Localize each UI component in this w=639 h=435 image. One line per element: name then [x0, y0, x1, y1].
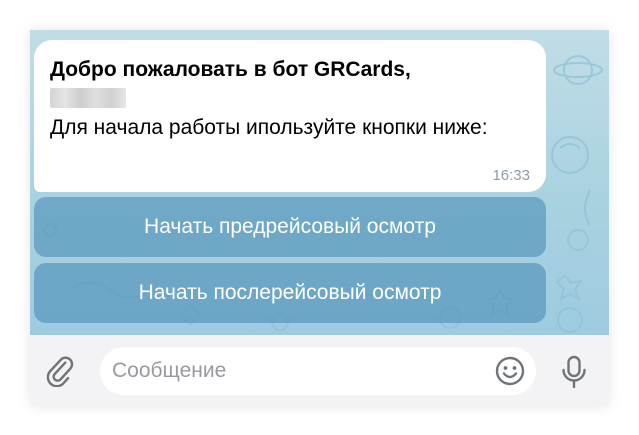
message-composer	[30, 335, 609, 406]
message-bubble: Добро пожаловать в бот GRCards, Для нача…	[34, 40, 546, 192]
microphone-icon[interactable]	[558, 355, 590, 389]
message-input[interactable]	[112, 347, 482, 395]
chat-area: Добро пожаловать в бот GRCards, Для нача…	[30, 30, 609, 335]
chat-window: Добро пожаловать в бот GRCards, Для нача…	[30, 30, 609, 406]
message-timestamp: 16:33	[492, 167, 530, 184]
message-field[interactable]	[100, 347, 536, 395]
smiley-icon[interactable]	[494, 355, 526, 387]
pre-trip-inspection-button[interactable]: Начать предрейсовый осмотр	[34, 197, 546, 257]
redacted-username	[50, 88, 126, 108]
message-body: Для начала работы ипользуйте кнопки ниже…	[50, 116, 488, 139]
message-title: Добро пожаловать в бот GRCards,	[50, 58, 411, 81]
post-trip-inspection-button[interactable]: Начать послерейсовый осмотр	[34, 263, 546, 323]
paperclip-icon[interactable]	[44, 355, 76, 387]
